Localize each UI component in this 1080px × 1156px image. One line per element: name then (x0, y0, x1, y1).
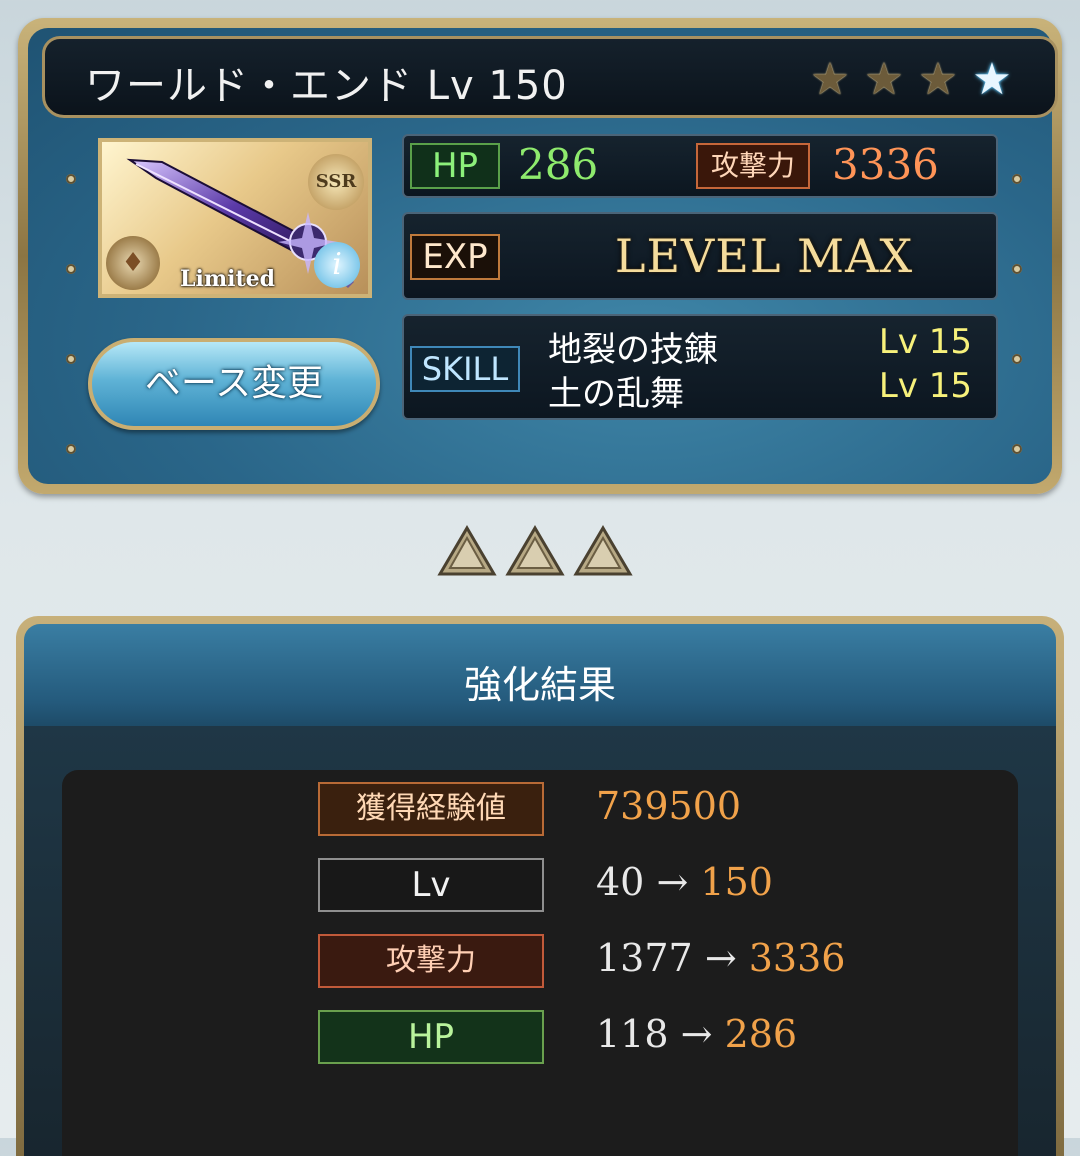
transcendence-star-icon: ★ (972, 54, 1012, 105)
uncap-indicator (436, 524, 634, 580)
star-icon: ★ (918, 54, 958, 105)
result-label-exp: 獲得経験値 (318, 782, 544, 836)
rivet (1012, 354, 1022, 364)
rivet (1012, 174, 1022, 184)
star-icon: ★ (864, 54, 904, 105)
exp-panel: EXP LEVEL MAX (402, 212, 998, 300)
uncap-stars: ★ ★ ★ ★ (807, 57, 1015, 103)
result-panel: 強化結果 獲得経験値 739500 Lv 40 → 150 攻撃力 1377 →… (16, 616, 1064, 1156)
skill-tag: SKILL (410, 346, 520, 392)
uncap-triangle-icon (573, 525, 633, 576)
rivet (66, 444, 76, 454)
limited-label: Limited (180, 266, 276, 292)
result-body: 獲得経験値 739500 Lv 40 → 150 攻撃力 1377 → 3336… (24, 726, 1056, 1156)
uncap-triangle-icon (437, 525, 497, 576)
result-header: 強化結果 (24, 624, 1056, 736)
attack-tag: 攻撃力 (696, 143, 810, 189)
result-label-attack: 攻撃力 (318, 934, 544, 988)
stats-panel: HP 286 攻撃力 3336 (402, 134, 998, 198)
weapon-title: ワールド・エンド Lv 150 (85, 63, 568, 109)
hp-tag: HP (410, 143, 500, 189)
rivet (66, 354, 76, 364)
result-value-attack: 1377 → 3336 (596, 936, 846, 980)
level-max-label: LEVEL MAX (614, 229, 914, 283)
skill-panel: SKILL 地裂の技錬 Lv 15 土の乱舞 Lv 15 (402, 314, 998, 420)
weapon-portrait[interactable]: SSR ♦ Limited i (98, 138, 372, 298)
ssr-badge: SSR (308, 154, 364, 210)
skill-name-1[interactable]: 地裂の技錬 (548, 322, 718, 371)
result-value-hp: 118 → 286 (596, 1012, 798, 1056)
result-value-level: 40 → 150 (596, 860, 773, 904)
rivet (1012, 264, 1022, 274)
info-icon[interactable]: i (314, 242, 360, 288)
hp-value: 286 (518, 140, 599, 189)
star-icon: ★ (810, 54, 850, 105)
rivet (1012, 444, 1022, 454)
skill-level-1: Lv 15 (878, 322, 972, 362)
result-value-exp: 739500 (596, 784, 742, 828)
result-table: 獲得経験値 739500 Lv 40 → 150 攻撃力 1377 → 3336… (62, 770, 1018, 1156)
uncap-triangle-icon (505, 525, 565, 576)
result-label-level: Lv (318, 858, 544, 912)
skill-name-2[interactable]: 土の乱舞 (548, 366, 684, 415)
exp-tag: EXP (410, 234, 500, 280)
earth-element-icon: ♦ (106, 236, 160, 290)
result-title: 強化結果 (463, 663, 616, 707)
result-label-hp: HP (318, 1010, 544, 1064)
base-change-button[interactable]: ベース変更 (88, 338, 380, 430)
rivet (66, 264, 76, 274)
weapon-title-bar: ワールド・エンド Lv 150 ★ ★ ★ ★ (42, 36, 1058, 118)
attack-value: 3336 (832, 140, 939, 189)
rivet (66, 174, 76, 184)
skill-level-2: Lv 15 (878, 366, 972, 406)
